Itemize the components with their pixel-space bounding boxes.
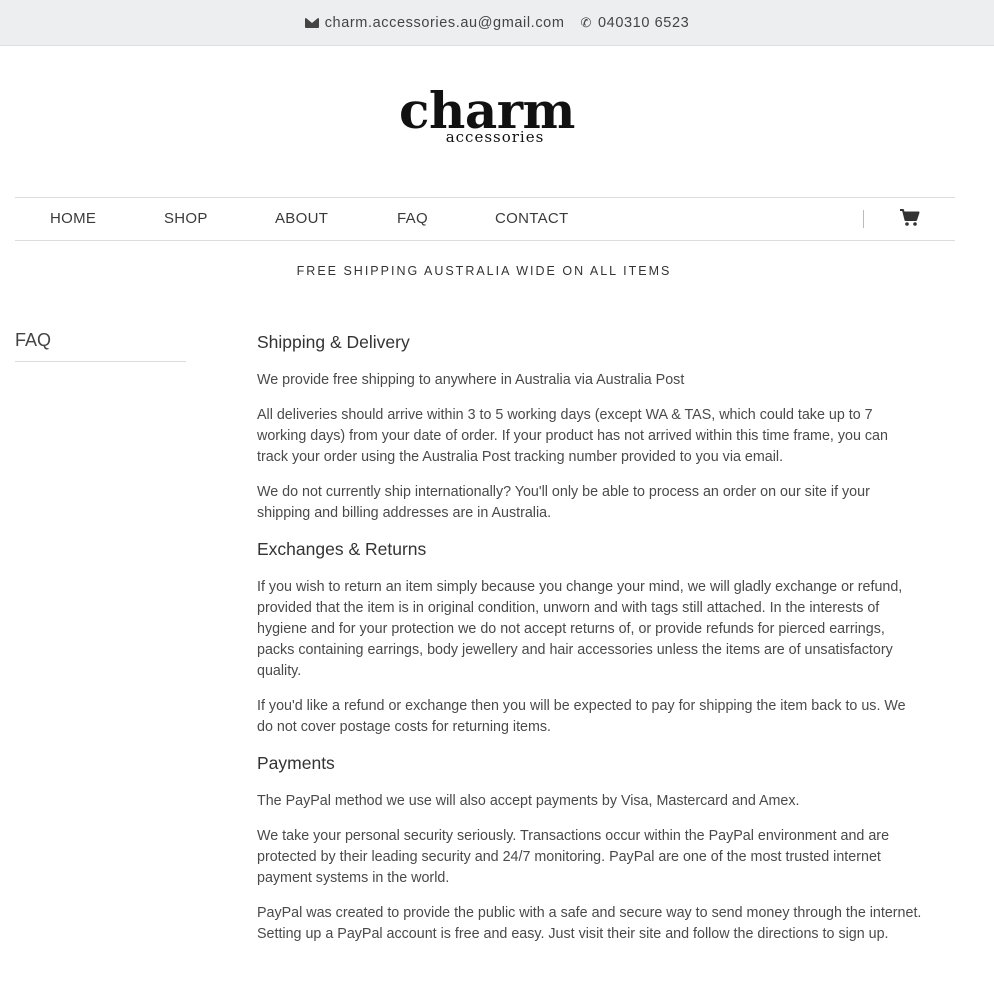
nav-item-shop[interactable]: SHOP [164,210,208,227]
site-logo[interactable]: charm accessories [0,86,994,145]
faq-paragraph: If you wish to return an item simply bec… [257,579,903,679]
section-heading-payments: Payments [257,753,335,773]
section-heading-shipping: Shipping & Delivery [257,332,410,352]
nav-divider [863,210,864,228]
phone-icon: ✆ [580,15,593,30]
nav-item-home[interactable]: HOME [50,210,96,227]
sidebar-title: FAQ [15,330,186,362]
faq-content: Shipping & Delivery We provide free ship… [257,331,922,959]
phone-contact[interactable]: ✆ 040310 6523 [581,15,690,31]
shipping-banner: FREE SHIPPING AUSTRALIA WIDE ON ALL ITEM… [296,264,672,278]
nav-item-contact[interactable]: CONTACT [495,210,568,227]
faq-paragraph: PayPal was created to provide the public… [257,905,922,942]
email-text[interactable]: charm.accessories.au@gmail.com [325,15,565,31]
logo-sub-text: accessories [445,128,545,146]
faq-paragraph: All deliveries should arrive within 3 to… [257,407,888,465]
phone-text[interactable]: 040310 6523 [598,15,689,31]
contact-bar: charm.accessories.au@gmail.com ✆ 040310 … [0,0,994,46]
faq-paragraph: We take your personal security seriously… [257,828,890,886]
nav-item-faq[interactable]: FAQ [397,210,428,227]
section-heading-exchanges: Exchanges & Returns [257,539,427,559]
faq-paragraph: We provide free shipping to anywhere in … [257,372,685,388]
main-nav: HOME SHOP ABOUT FAQ CONTACT [15,197,955,241]
faq-paragraph: The PayPal method we use will also accep… [257,793,800,809]
faq-paragraph: We do not currently ship internationally… [257,484,870,521]
email-contact[interactable]: charm.accessories.au@gmail.com [304,15,565,31]
envelope-icon [304,17,319,28]
shopping-cart-icon[interactable] [899,209,921,227]
faq-paragraph: If you'd like a refund or exchange then … [257,698,906,735]
nav-item-about[interactable]: ABOUT [275,210,328,227]
